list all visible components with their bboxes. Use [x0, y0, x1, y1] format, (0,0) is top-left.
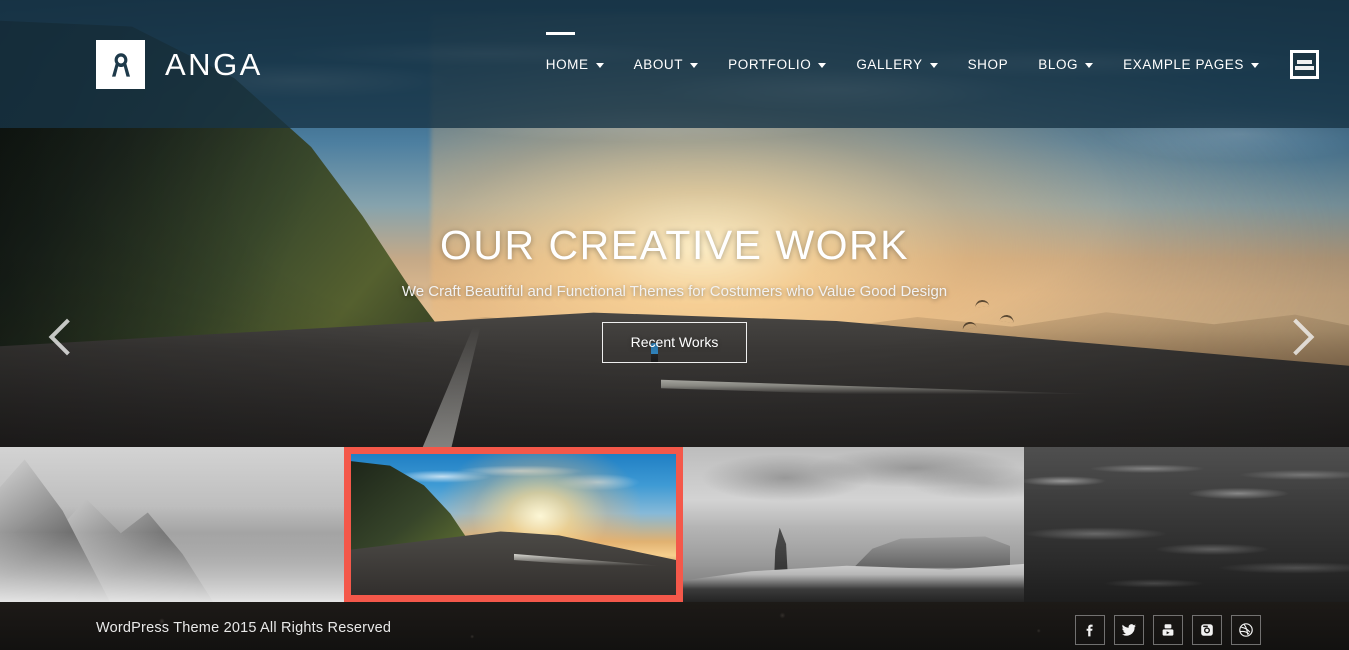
- hamburger-bar: [1297, 59, 1312, 64]
- twitter-icon: [1121, 622, 1137, 638]
- ocean-waves: [1024, 447, 1349, 602]
- chevron-left-icon: [48, 318, 86, 356]
- hamburger-menu-icon[interactable]: [1290, 50, 1319, 79]
- hamburger-bar: [1295, 65, 1314, 70]
- site-footer: WordPress Theme 2015 All Rights Reserved: [0, 602, 1349, 650]
- nav-item-about[interactable]: ABOUT: [619, 51, 714, 79]
- thumbnail-dark-ocean-waves[interactable]: [1024, 447, 1349, 602]
- mountain-haze: [0, 532, 344, 602]
- brand-logo-link[interactable]: ANGA: [96, 40, 263, 89]
- slider-thumbnail-strip: [0, 447, 1349, 602]
- social-link-instagram[interactable]: [1192, 615, 1222, 645]
- nav-item-example-pages[interactable]: EXAMPLE PAGES: [1108, 51, 1274, 79]
- nav-item-portfolio[interactable]: PORTFOLIO: [713, 51, 841, 79]
- chevron-down-icon: [1251, 63, 1259, 68]
- nav-item-shop[interactable]: SHOP: [953, 51, 1024, 79]
- beach-clouds: [683, 447, 1024, 528]
- nav-item-home[interactable]: HOME: [531, 31, 619, 79]
- nav-item-label: HOME: [545, 57, 589, 72]
- thumbnail-black-sand-beach[interactable]: [683, 447, 1024, 602]
- site-header: ANGA HOME ABOUT PORTFOLIO GALLERY SHOP BLOG EX…: [0, 0, 1349, 128]
- thumbnail-sunset-coastal-road[interactable]: [344, 447, 683, 602]
- nav-item-label: ABOUT: [633, 57, 684, 72]
- main-navigation: HOME ABOUT PORTFOLIO GALLERY SHOP BLOG EXAMPLE…: [531, 31, 1319, 79]
- thumbnail-image: [1024, 447, 1349, 602]
- instagram-icon: [1199, 622, 1215, 638]
- nav-item-label: BLOG: [1038, 57, 1079, 72]
- chevron-down-icon: [595, 63, 604, 68]
- slider-prev-button[interactable]: [44, 318, 90, 370]
- dribbble-icon: [1238, 622, 1254, 638]
- letter-a-logo-icon: [96, 40, 145, 89]
- social-link-twitter[interactable]: [1114, 615, 1144, 645]
- recent-works-button[interactable]: Recent Works: [601, 322, 748, 364]
- social-link-youtube[interactable]: [1153, 615, 1183, 645]
- thumbnail-image: [351, 454, 676, 595]
- nav-item-label: SHOP: [967, 57, 1009, 72]
- beach-cliff: [853, 536, 1011, 568]
- hero-caption: OUR CREATIVE WORK We Craft Beautiful and…: [0, 222, 1349, 364]
- hero-subtitle: We Craft Beautiful and Functional Themes…: [401, 283, 948, 301]
- social-links: [1075, 615, 1261, 645]
- slider-next-button[interactable]: [1277, 318, 1323, 370]
- chevron-down-icon: [690, 63, 699, 68]
- nav-item-label: GALLERY: [856, 57, 923, 72]
- thumbnail-snowy-mountain-ridge[interactable]: [0, 447, 344, 602]
- social-link-facebook[interactable]: [1075, 615, 1105, 645]
- brand-name: ANGA: [165, 46, 263, 82]
- chevron-down-icon: [929, 63, 938, 68]
- social-link-dribbble[interactable]: [1231, 615, 1261, 645]
- nav-item-label: PORTFOLIO: [728, 57, 812, 72]
- facebook-icon: [1082, 622, 1098, 638]
- nav-item-blog[interactable]: BLOG: [1023, 51, 1108, 79]
- nav-item-gallery[interactable]: GALLERY: [841, 51, 952, 79]
- hero-title: OUR CREATIVE WORK: [440, 222, 909, 268]
- page-root: OUR CREATIVE WORK We Craft Beautiful and…: [0, 0, 1349, 650]
- chevron-right-icon: [1277, 318, 1315, 356]
- nav-item-label: EXAMPLE PAGES: [1123, 57, 1244, 72]
- thumbnail-image: [683, 447, 1024, 602]
- footer-copyright: WordPress Theme 2015 All Rights Reserved: [96, 620, 392, 636]
- chevron-down-icon: [818, 63, 827, 68]
- youtube-icon: [1160, 622, 1176, 638]
- chevron-down-icon: [1085, 63, 1094, 68]
- thumbnail-image: [0, 447, 344, 602]
